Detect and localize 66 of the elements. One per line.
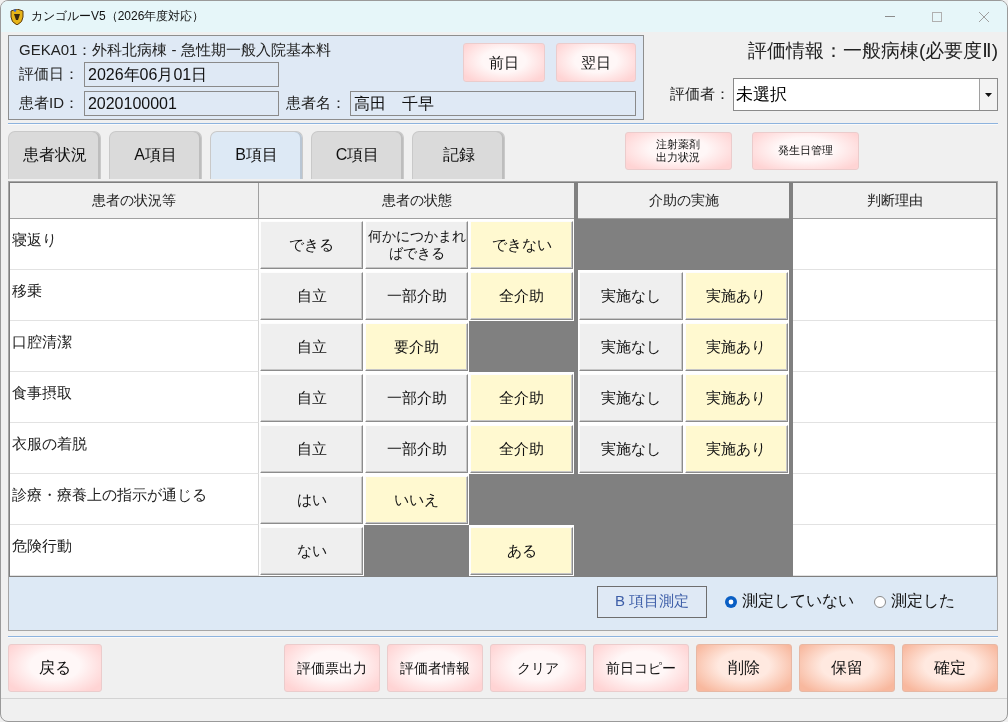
tab[interactable]: 記録 <box>412 131 505 179</box>
assistance-option-button[interactable]: 実施あり <box>684 323 788 371</box>
state-option-button[interactable]: 全介助 <box>470 425 573 473</box>
radio-option[interactable]: 測定していない <box>725 591 854 612</box>
evaluation-info-title: 評価情報：一般病棟(必要度Ⅱ) <box>748 39 998 63</box>
day-nav-button[interactable]: 前日 <box>463 43 545 82</box>
column-header: 判断理由 <box>793 183 996 219</box>
action-button[interactable]: 削除 <box>696 644 792 692</box>
state-option-button[interactable]: 全介助 <box>470 272 573 320</box>
tab[interactable]: C項目 <box>311 131 404 179</box>
state-option-button[interactable]: できない <box>470 221 573 269</box>
state-option-button[interactable]: ない <box>260 527 363 575</box>
measurement-label: B 項目測定 <box>597 585 707 618</box>
state-option-button[interactable]: 一部介助 <box>365 272 468 320</box>
action-button[interactable]: 確定 <box>902 644 998 692</box>
evaluator-label: 評価者： <box>670 85 730 104</box>
assistance-option-button[interactable]: 実施あり <box>684 272 788 320</box>
action-button[interactable]: 評価票出力 <box>284 644 380 692</box>
tab[interactable]: A項目 <box>109 131 202 179</box>
field-label: 患者ID： <box>19 94 80 113</box>
state-option-button[interactable]: 自立 <box>260 272 363 320</box>
column-header: 患者の状況等 <box>10 183 259 219</box>
ward-title: GEKA01：外科北病棟 - 急性期一般入院基本料 <box>19 40 331 60</box>
column-header: 介助の実施 <box>578 183 789 219</box>
tab[interactable]: B項目 <box>210 131 303 179</box>
field-label: 患者名： <box>285 94 347 113</box>
patient-name-field: 高田 千早 <box>350 91 636 116</box>
action-button[interactable]: クリア <box>490 644 586 692</box>
action-button[interactable]: 保留 <box>799 644 895 692</box>
tab[interactable]: 患者状況 <box>8 131 101 179</box>
patient-id-field: 2020100001 <box>83 91 279 116</box>
assistance-option-button[interactable]: 実施あり <box>684 425 788 473</box>
assistance-option-button[interactable]: 実施なし <box>579 374 683 422</box>
state-option-button[interactable]: 一部介助 <box>365 425 468 473</box>
column-header: 患者の状態 <box>259 183 574 219</box>
close-icon[interactable] <box>978 11 989 22</box>
app-logo-icon <box>10 8 24 25</box>
field-label: 評価日： <box>19 65 80 84</box>
state-option-button[interactable]: 自立 <box>260 374 363 422</box>
state-option-button[interactable]: できる <box>260 221 363 269</box>
state-option-button[interactable]: はい <box>260 476 363 524</box>
state-option-button[interactable]: 何かにつかまればできる <box>365 221 468 269</box>
assistance-option-button[interactable]: 実施なし <box>579 272 683 320</box>
state-option-button[interactable]: 全介助 <box>470 374 573 422</box>
assistance-option-button[interactable]: 実施なし <box>579 323 683 371</box>
caret-icon <box>985 92 992 97</box>
day-nav-button[interactable]: 翌日 <box>556 43 636 82</box>
state-option-button[interactable]: 一部介助 <box>365 374 468 422</box>
assistance-option-button[interactable]: 実施あり <box>684 374 788 422</box>
state-option-button[interactable]: 自立 <box>260 425 363 473</box>
state-option-button[interactable]: 自立 <box>260 323 363 371</box>
maximize-icon[interactable] <box>931 11 942 22</box>
tool-button[interactable]: 注射薬剤出力状況 <box>625 132 732 170</box>
window-title: カンゴルーV5（2026年度対応） <box>31 8 205 25</box>
assistance-option-button[interactable]: 実施なし <box>579 425 683 473</box>
tool-button[interactable]: 発生日管理 <box>752 132 859 170</box>
back-button[interactable]: 戻る <box>8 644 102 692</box>
state-option-button[interactable]: 要介助 <box>365 323 468 371</box>
date-field: 2026年06月01日 <box>84 62 279 87</box>
evaluator-dropdown[interactable]: 未選択 <box>733 78 998 111</box>
state-option-button[interactable]: いいえ <box>365 476 468 524</box>
state-option-button[interactable]: ある <box>470 527 573 575</box>
radio-option[interactable]: 測定した <box>874 591 955 612</box>
action-button[interactable]: 評価者情報 <box>387 644 483 692</box>
action-button[interactable]: 前日コピー <box>593 644 689 692</box>
minimize-icon[interactable] <box>884 16 895 17</box>
